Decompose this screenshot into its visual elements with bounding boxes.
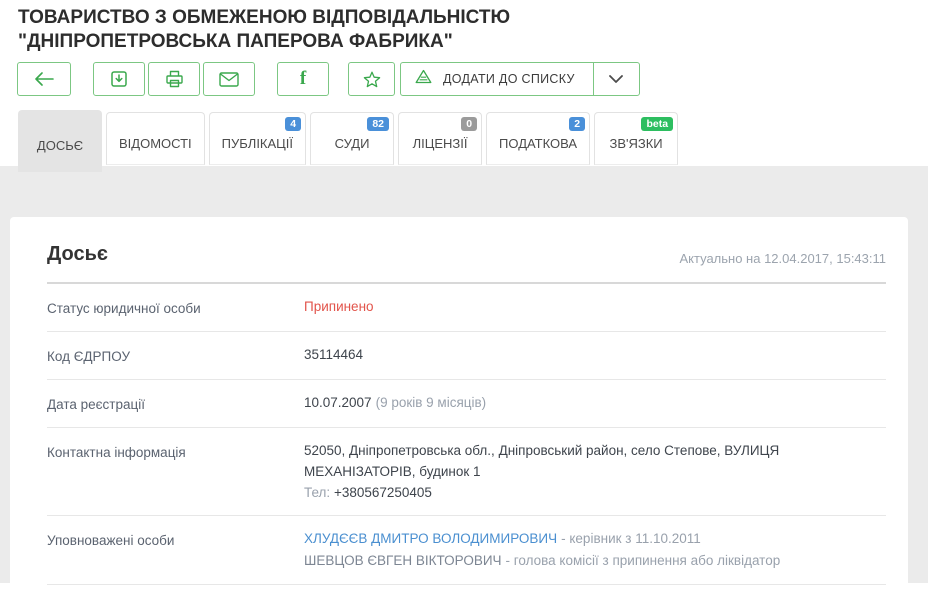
tab-label: ПУБЛІКАЦІЇ	[222, 136, 293, 151]
row-label: Код ЄДРПОУ	[47, 344, 304, 367]
count-badge: 4	[285, 117, 301, 131]
count-badge: 2	[569, 117, 585, 131]
tab-label: ДОСЬЄ	[37, 138, 83, 153]
person-name: ШЕВЦОВ ЄВГЕН ВІКТОРОВИЧ	[304, 553, 502, 568]
row-label: Дата реєстрації	[47, 392, 304, 415]
back-button[interactable]	[17, 62, 71, 96]
registration-date-value: 10.07.2007 (9 років 9 місяців)	[304, 392, 886, 415]
address-text: 52050, Дніпропетровська обл., Дніпровськ…	[304, 440, 886, 482]
page-title: ТОВАРИСТВО З ОБМЕЖЕНОЮ ВІДПОВІДАЛЬНІСТЮ …	[18, 6, 578, 54]
row-authorized-persons: Уповноважені особи ХЛУДЄЄВ ДМИТРО ВОЛОДИ…	[47, 516, 886, 585]
person-line: ШЕВЦОВ ЄВГЕН ВІКТОРОВИЧ - голова комісії …	[304, 550, 886, 572]
tab-connections[interactable]: beta ЗВ'ЯЗКИ	[594, 112, 678, 165]
persons-value: ХЛУДЄЄВ ДМИТРО ВОЛОДИМИРОВИЧ - керівник з…	[304, 528, 886, 572]
person-role: - голова комісії з припинення або ліквід…	[506, 553, 781, 568]
download-icon	[110, 70, 128, 88]
tab-vidomosti[interactable]: ВІДОМОСТІ	[106, 112, 205, 165]
card-header: Досьє Актуально на 12.04.2017, 15:43:11	[10, 217, 908, 282]
row-label: Контактна інформація	[47, 440, 304, 503]
count-badge: 82	[367, 117, 389, 131]
row-label: Статус юридичної особи	[47, 296, 304, 319]
row-status: Статус юридичної особи Припинено	[47, 284, 886, 332]
tab-label: СУДИ	[335, 136, 370, 151]
tab-bar: ДОСЬЄ ВІДОМОСТІ 4 ПУБЛІКАЦІЇ 82 СУДИ 0 Л…	[18, 110, 682, 172]
print-button[interactable]	[148, 62, 200, 96]
add-to-list-dropdown[interactable]	[593, 63, 639, 95]
row-contact-info: Контактна інформація 52050, Дніпропетров…	[47, 428, 886, 516]
list-triangle-icon	[415, 69, 432, 89]
person-link[interactable]: ХЛУДЄЄВ ДМИТРО ВОЛОДИМИРОВИЧ	[304, 531, 557, 546]
card-title: Досьє	[47, 243, 108, 266]
add-to-list-button[interactable]: ДОДАТИ ДО СПИСКУ	[400, 62, 640, 96]
tab-publications[interactable]: 4 ПУБЛІКАЦІЇ	[209, 112, 306, 165]
phone-label: Тел:	[304, 485, 330, 500]
star-icon	[363, 71, 381, 88]
row-label: Уповноважені особи	[47, 528, 304, 572]
status-value: Припинено	[304, 296, 886, 319]
row-registration-date: Дата реєстрації 10.07.2007 (9 років 9 міс…	[47, 380, 886, 428]
person-role: - керівник з 11.10.2011	[561, 531, 701, 546]
download-button[interactable]	[93, 62, 145, 96]
printer-icon	[165, 70, 184, 88]
email-button[interactable]	[203, 62, 255, 96]
favorite-button[interactable]	[348, 62, 395, 96]
count-badge: 0	[461, 117, 477, 131]
add-to-list-label: ДОДАТИ ДО СПИСКУ	[443, 72, 575, 86]
dossier-card: Досьє Актуально на 12.04.2017, 15:43:11 …	[10, 217, 908, 589]
facebook-share-button[interactable]: f	[277, 62, 329, 96]
phone-line: Тел: +380567250405	[304, 482, 886, 503]
phone-number: +380567250405	[334, 485, 432, 500]
beta-badge: beta	[641, 117, 673, 131]
person-line: ХЛУДЄЄВ ДМИТРО ВОЛОДИМИРОВИЧ - керівник з…	[304, 528, 886, 550]
toolbar: f ДОДАТИ ДО СПИСКУ	[17, 62, 640, 96]
tab-courts[interactable]: 82 СУДИ	[310, 112, 394, 165]
edrpou-value: 35114464	[304, 344, 886, 367]
facebook-icon: f	[300, 68, 306, 90]
tab-licenses[interactable]: 0 ЛІЦЕНЗІЇ	[398, 112, 482, 165]
tab-tax[interactable]: 2 ПОДАТКОВА	[486, 112, 590, 165]
arrow-left-icon	[34, 72, 54, 86]
tab-label: ЛІЦЕНЗІЇ	[413, 136, 468, 151]
contact-value: 52050, Дніпропетровська обл., Дніпровськ…	[304, 440, 886, 503]
chevron-down-icon	[609, 70, 623, 88]
reg-age-note: (9 років 9 місяців)	[376, 395, 487, 410]
row-edrpou: Код ЄДРПОУ 35114464	[47, 332, 886, 380]
envelope-icon	[219, 72, 239, 87]
content-background: Досьє Актуально на 12.04.2017, 15:43:11 …	[0, 166, 928, 583]
updated-timestamp: Актуально на 12.04.2017, 15:43:11	[679, 251, 886, 266]
tab-label: ВІДОМОСТІ	[119, 136, 192, 151]
tab-label: ПОДАТКОВА	[499, 136, 577, 151]
reg-date: 10.07.2007	[304, 395, 372, 410]
tab-label: ЗВ'ЯЗКИ	[609, 136, 662, 151]
tab-dossier[interactable]: ДОСЬЄ	[18, 110, 102, 172]
